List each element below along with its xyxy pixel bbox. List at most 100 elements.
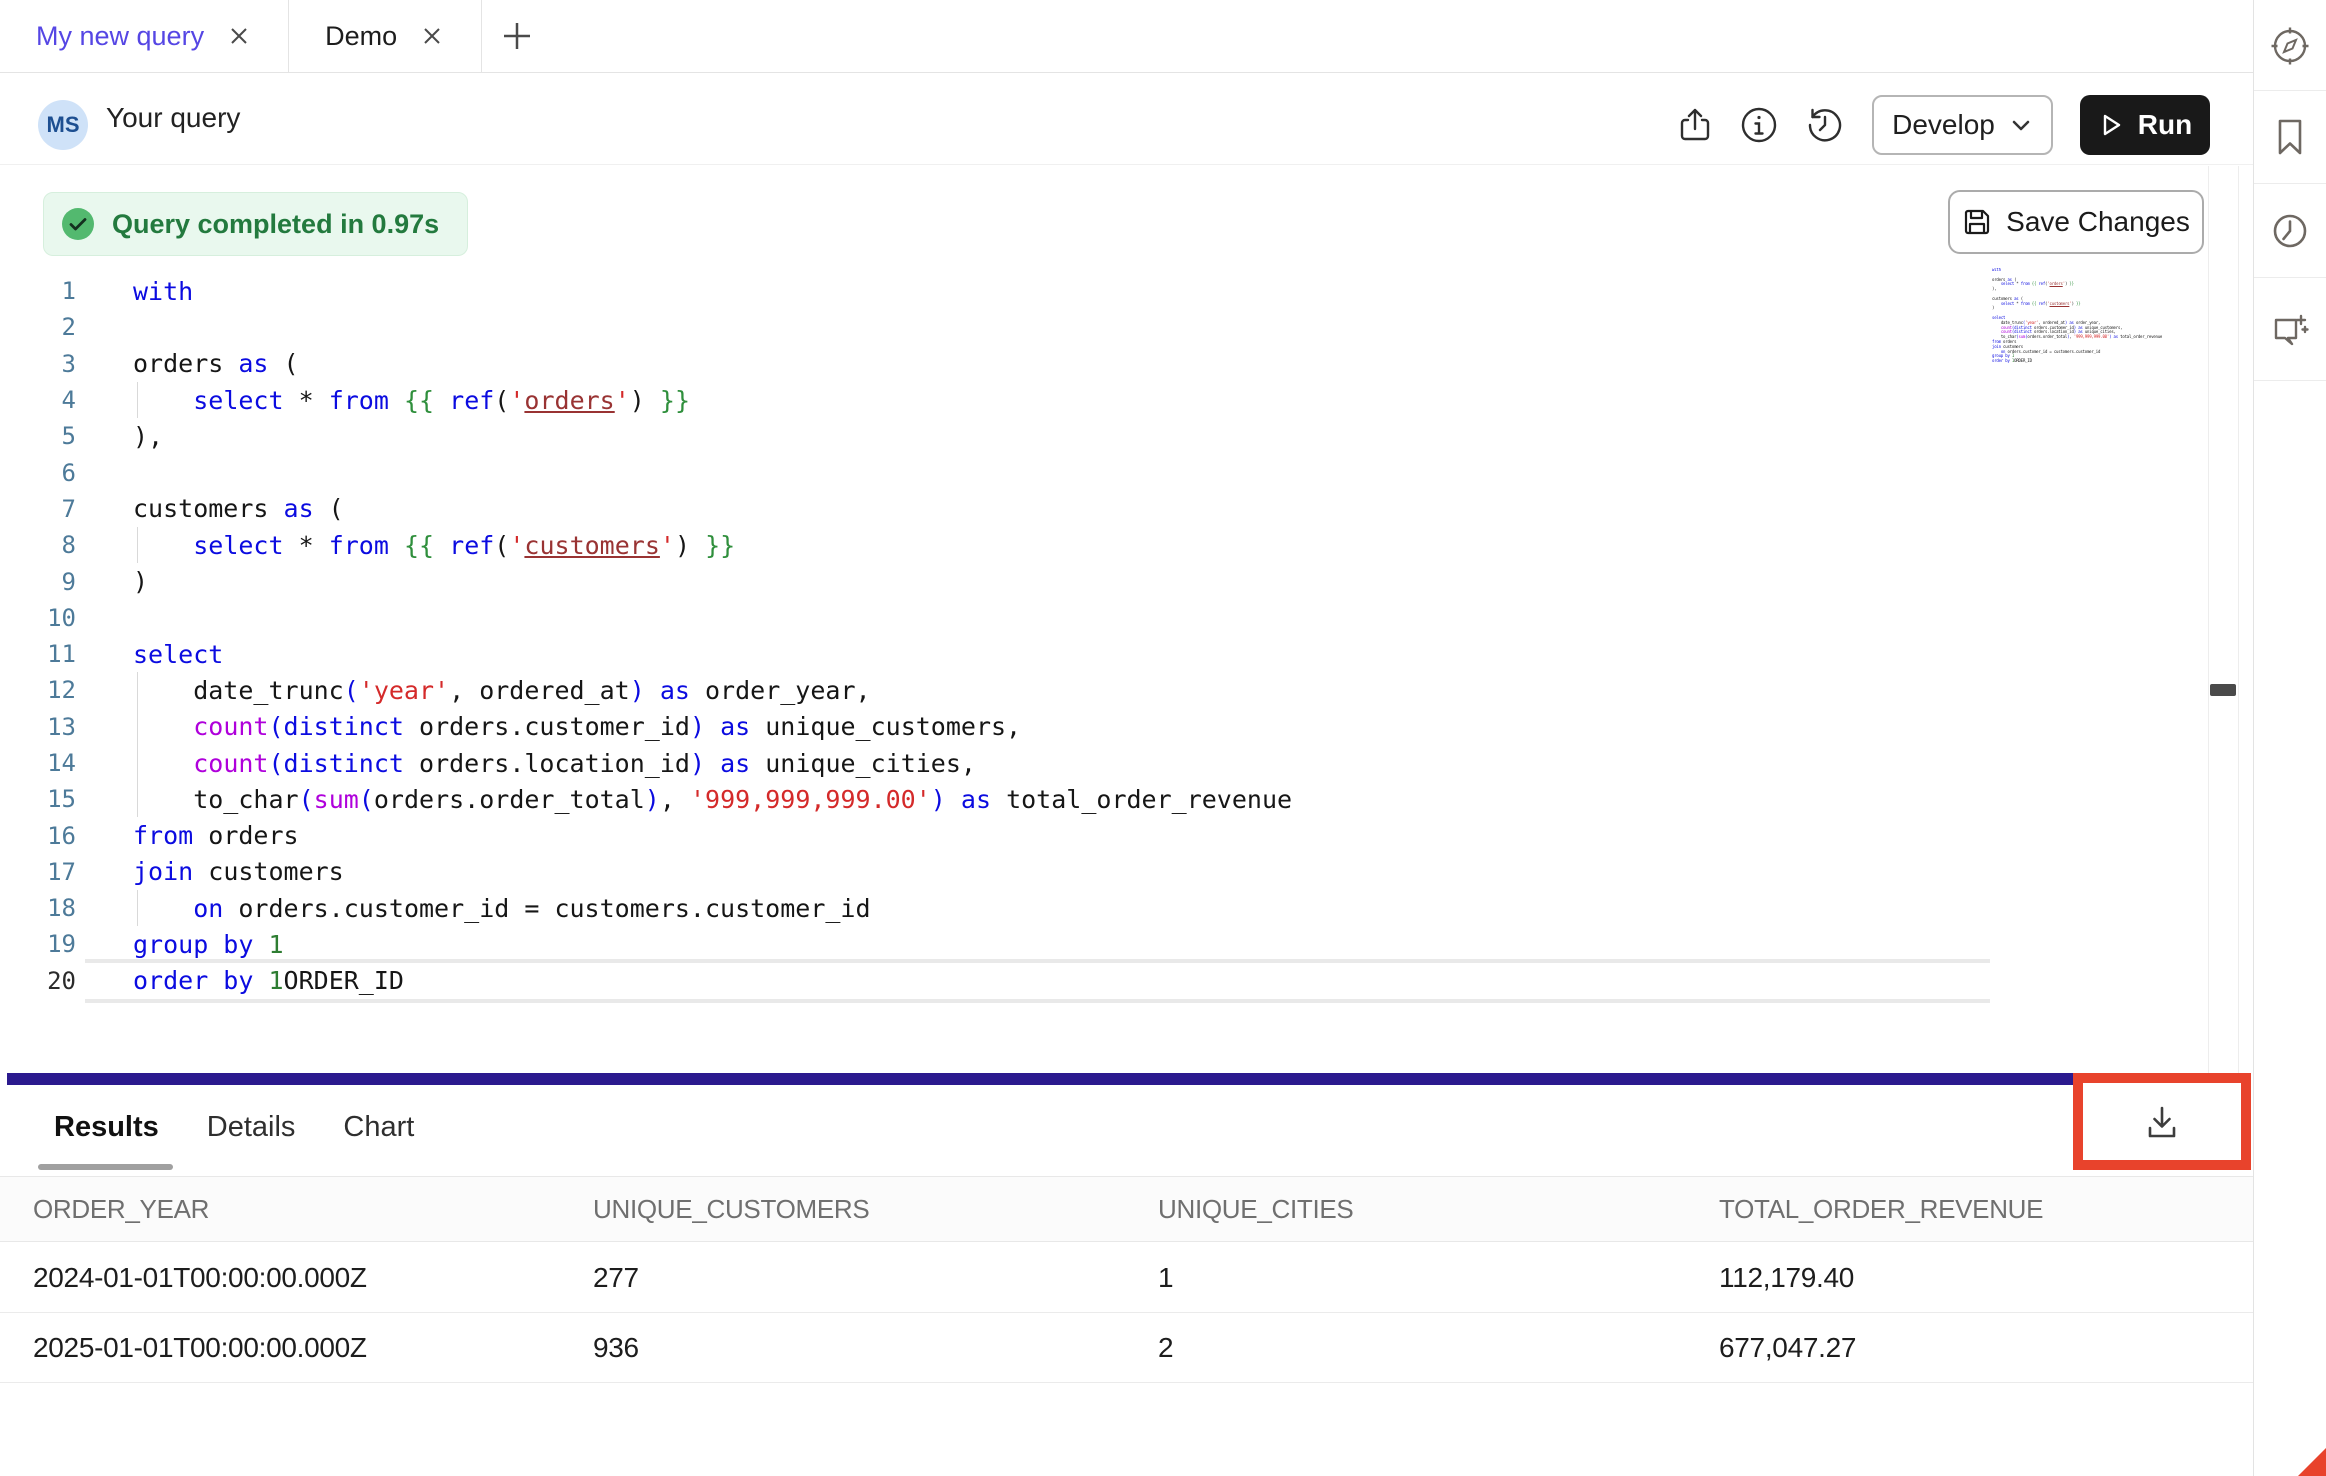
share-icon[interactable] [1673, 103, 1717, 147]
line-number: 8 [0, 531, 76, 559]
clock-icon[interactable] [2268, 209, 2312, 253]
code-line[interactable]: 5), [0, 418, 2200, 454]
indent-guide [137, 745, 138, 781]
query-status-badge: Query completed in 0.97s [43, 192, 468, 256]
column-header[interactable]: TOTAL_ORDER_REVENUE [1719, 1194, 2253, 1225]
close-icon[interactable] [419, 23, 445, 49]
code-line[interactable]: 18 on orders.customer_id = customers.cus… [0, 890, 2200, 926]
table-cell: 112,179.40 [1719, 1262, 2253, 1294]
new-tab-button[interactable] [482, 0, 552, 72]
table-cell: 2025-01-01T00:00:00.000Z [33, 1332, 593, 1364]
avatar: MS [38, 100, 88, 150]
code-text: from orders [133, 821, 299, 850]
sidebar-separator [2254, 183, 2326, 184]
current-line-border [85, 999, 1990, 1003]
code-line[interactable]: 11select [0, 636, 2200, 672]
develop-button[interactable]: Develop [1872, 95, 2053, 155]
indent-guide [137, 672, 138, 708]
code-text: with [133, 277, 193, 306]
indent-guide [137, 890, 138, 926]
scrollbar-thumb[interactable] [2210, 684, 2236, 696]
check-circle-icon [60, 206, 96, 242]
status-text: Query completed in 0.97s [112, 209, 439, 240]
code-text: ) [133, 567, 148, 596]
indent-guide [137, 527, 138, 563]
line-number: 6 [0, 459, 76, 487]
tab-label: Demo [325, 21, 397, 52]
run-button[interactable]: Run [2080, 95, 2210, 155]
indent-guide [137, 781, 138, 817]
code-line[interactable]: 4 select * from {{ ref('orders') }} [0, 382, 2200, 418]
code-line[interactable]: 1with [0, 273, 2200, 309]
code-text: group by 1 [133, 930, 284, 959]
code-line[interactable]: 7customers as ( [0, 491, 2200, 527]
code-line[interactable]: 6 [0, 454, 2200, 490]
table-body: 2024-01-01T00:00:00.000Z2771112,179.4020… [0, 1243, 2253, 1383]
history-icon[interactable] [1803, 103, 1847, 147]
tab-details[interactable]: Details [207, 1111, 296, 1144]
scrollbar-track-line [2238, 166, 2239, 1073]
compass-icon[interactable] [2268, 24, 2312, 68]
column-header[interactable]: UNIQUE_CUSTOMERS [593, 1194, 1158, 1225]
tab-my-new-query[interactable]: My new query [0, 0, 289, 72]
code-line[interactable]: 16from orders [0, 817, 2200, 853]
tab-results[interactable]: Results [54, 1111, 159, 1144]
column-header[interactable]: UNIQUE_CITIES [1158, 1194, 1719, 1225]
code-text: select [133, 640, 223, 669]
code-text: select * from {{ ref('customers') }} [133, 531, 735, 560]
close-icon[interactable] [226, 23, 252, 49]
table-cell: 277 [593, 1262, 1158, 1294]
code-line[interactable]: 13 count(distinct orders.customer_id) as… [0, 709, 2200, 745]
sidebar-separator [2254, 90, 2326, 91]
minimap[interactable]: with orders as ( select * from {{ ref('o… [1992, 268, 2162, 378]
code-text: join customers [133, 857, 344, 886]
code-line[interactable]: 14 count(distinct orders.location_id) as… [0, 745, 2200, 781]
sidebar-separator [2254, 277, 2326, 278]
scrollbar-track-line [2208, 166, 2209, 1073]
bookmark-icon[interactable] [2268, 115, 2312, 159]
code-line[interactable]: 10 [0, 600, 2200, 636]
tab-demo[interactable]: Demo [289, 0, 482, 72]
sidebar-separator [2254, 380, 2326, 381]
code-text: on orders.customer_id = customers.custom… [133, 894, 871, 923]
table-header-row: ORDER_YEARUNIQUE_CUSTOMERSUNIQUE_CITIEST… [0, 1176, 2253, 1242]
run-label: Run [2138, 109, 2192, 141]
code-line[interactable]: 19group by 1 [0, 926, 2200, 962]
line-number: 15 [0, 785, 76, 813]
download-highlight-box [2073, 1073, 2251, 1170]
corner-annotation-arrow [2298, 1448, 2326, 1476]
save-icon [1962, 207, 1992, 237]
code-line[interactable]: 12 date_trunc('year', ordered_at) as ord… [0, 672, 2200, 708]
chevron-down-icon [2009, 113, 2033, 137]
tab-label: My new query [36, 21, 204, 52]
table-row: 2025-01-01T00:00:00.000Z9362677,047.27 [0, 1313, 2253, 1383]
line-number: 18 [0, 894, 76, 922]
table-cell: 936 [593, 1332, 1158, 1364]
code-line[interactable]: 20order by 1ORDER_ID [0, 963, 2200, 999]
table-cell: 2 [1158, 1332, 1719, 1364]
chat-sparkle-icon[interactable] [2268, 308, 2312, 352]
active-tab-indicator [38, 1164, 173, 1170]
code-line[interactable]: 8 select * from {{ ref('customers') }} [0, 527, 2200, 563]
code-line[interactable]: 9) [0, 563, 2200, 599]
code-area[interactable]: 1with23orders as (4 select * from {{ ref… [0, 273, 2200, 999]
download-button[interactable] [2140, 1100, 2184, 1144]
code-text: count(distinct orders.customer_id) as un… [133, 712, 1021, 741]
tab-chart[interactable]: Chart [343, 1111, 414, 1144]
line-number: 5 [0, 422, 76, 450]
column-header[interactable]: ORDER_YEAR [33, 1194, 593, 1225]
indent-guide [137, 382, 138, 418]
code-line[interactable]: 3orders as ( [0, 346, 2200, 382]
table-cell: 677,047.27 [1719, 1332, 2253, 1364]
line-number: 12 [0, 676, 76, 704]
line-number: 20 [0, 967, 76, 995]
save-changes-button[interactable]: Save Changes [1948, 190, 2204, 254]
panel-divider[interactable] [7, 1073, 2213, 1085]
code-line[interactable]: 15 to_char(sum(orders.order_total), '999… [0, 781, 2200, 817]
info-icon[interactable] [1737, 103, 1781, 147]
develop-label: Develop [1892, 109, 1995, 141]
code-text: customers as ( [133, 494, 344, 523]
code-line[interactable]: 2 [0, 309, 2200, 345]
code-line[interactable]: 17join customers [0, 854, 2200, 890]
sidebar-divider [2253, 0, 2254, 1476]
